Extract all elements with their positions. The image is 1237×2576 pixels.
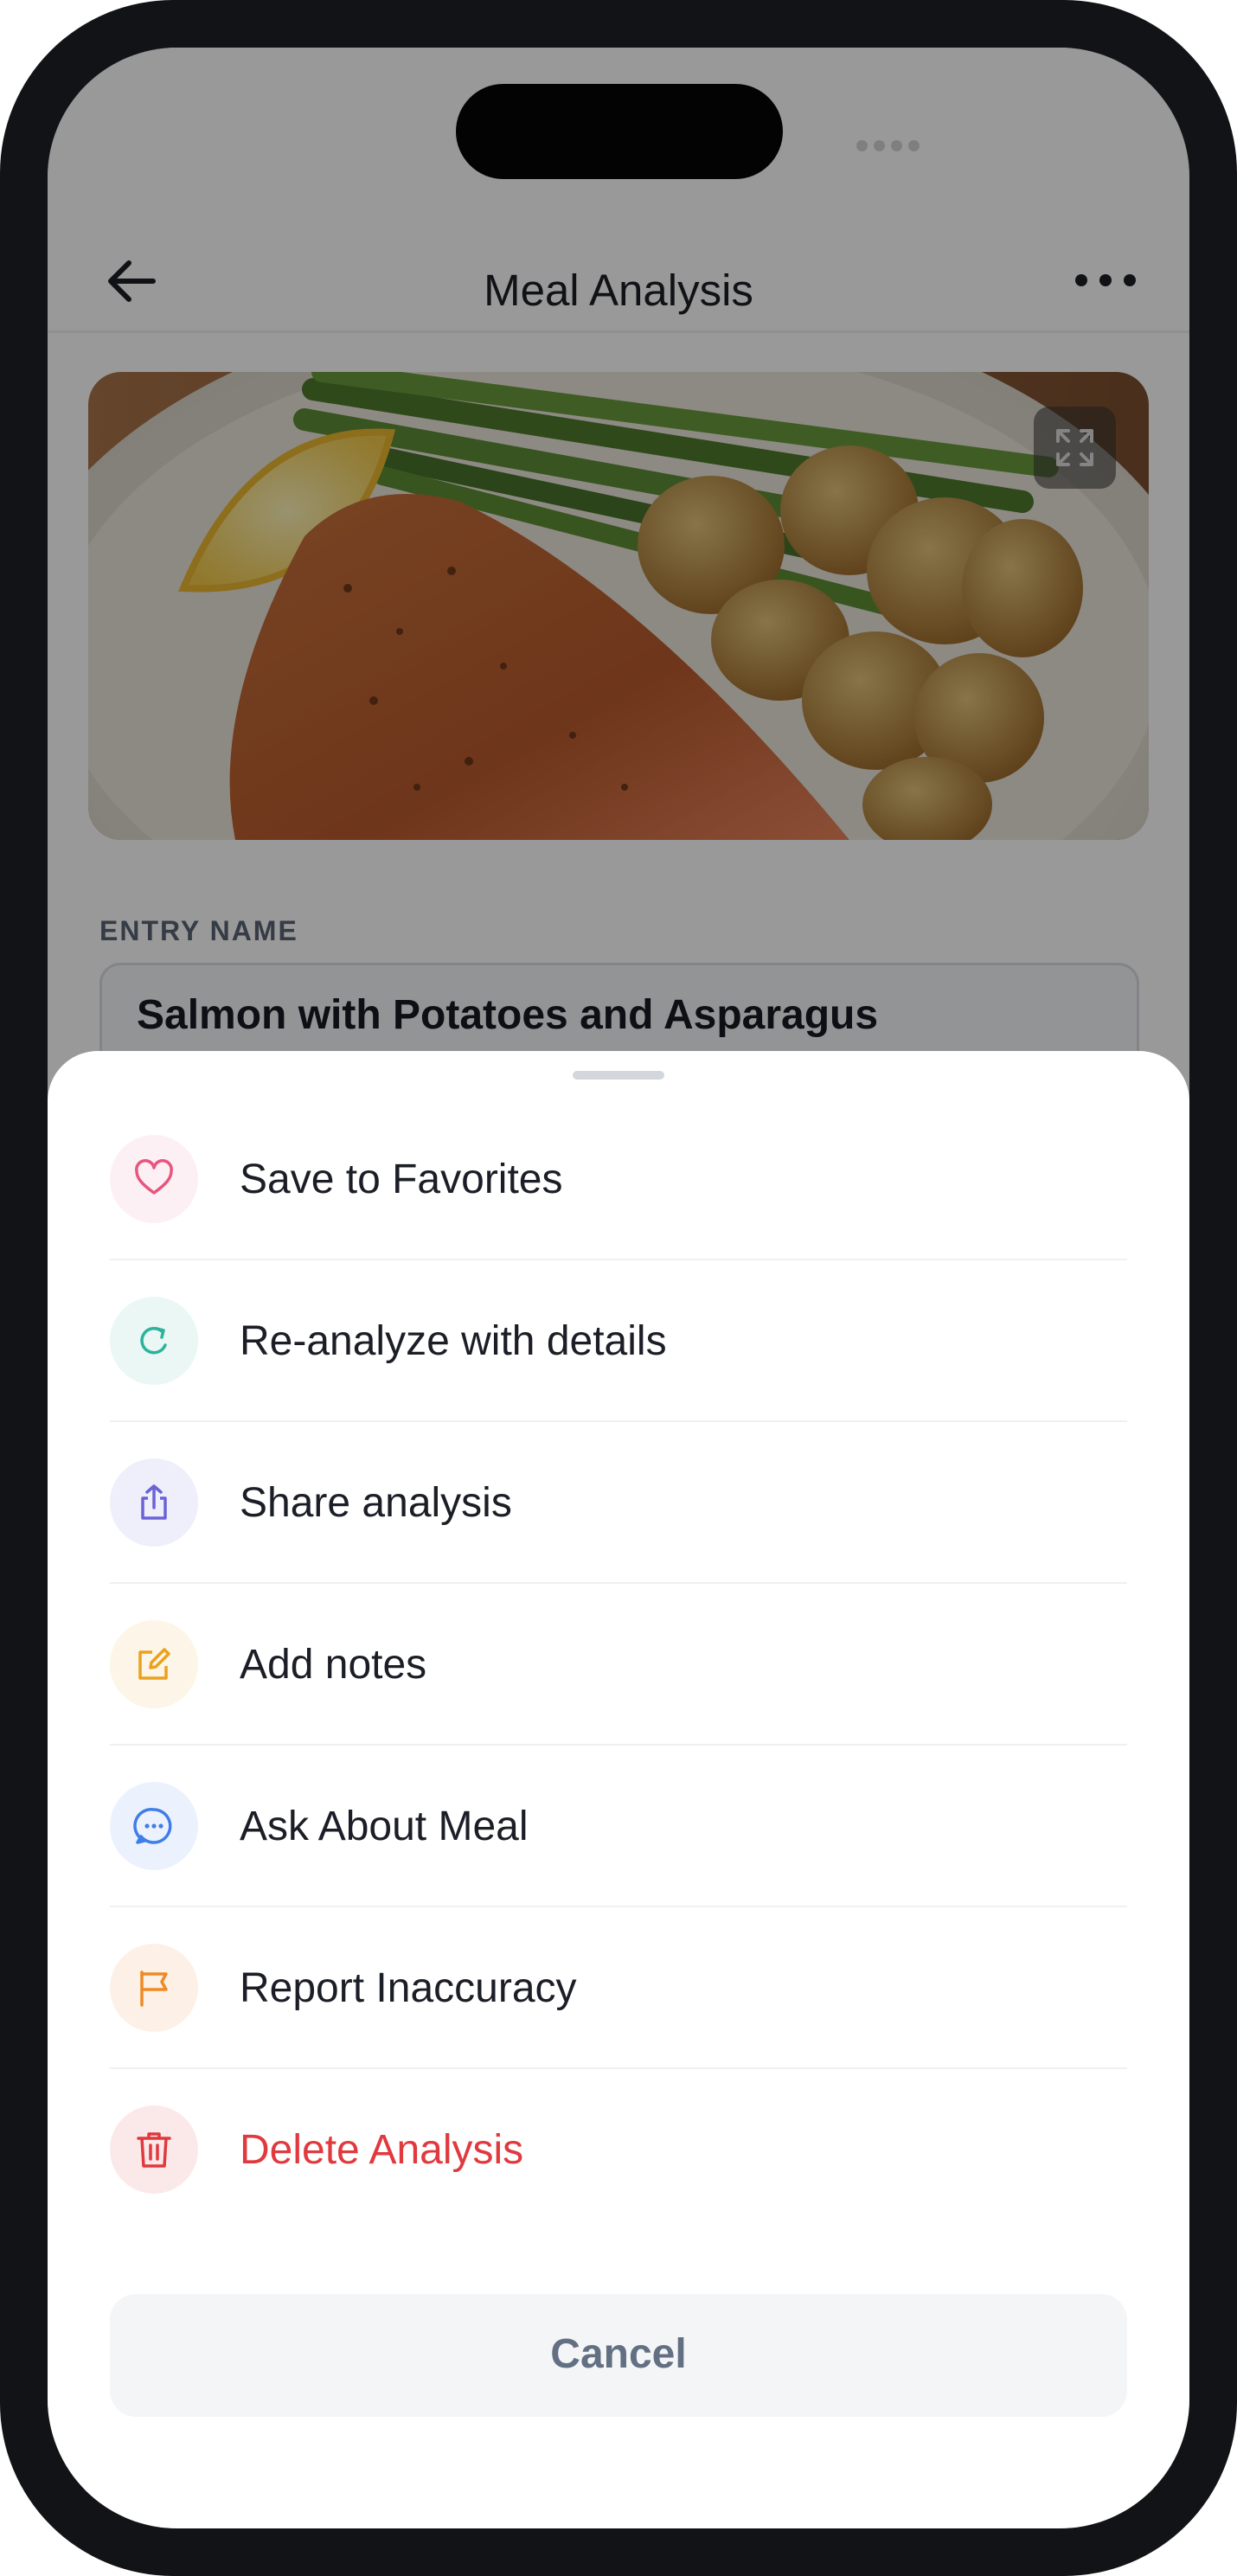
cancel-button[interactable]: Cancel — [110, 2294, 1127, 2417]
phone-frame: 10:09 Meal Analysis ENTRY NAME Salmon wi… — [0, 0, 1237, 2576]
action-save-to-favorites[interactable]: Save to Favorites — [110, 1099, 1127, 1260]
action-label: Add notes — [240, 1642, 427, 1688]
action-label: Re-analyze with details — [240, 1318, 667, 1364]
sheet-grabber[interactable] — [573, 1071, 664, 1080]
share-icon — [110, 1458, 198, 1547]
action-reanalyze[interactable]: Re-analyze with details — [110, 1260, 1127, 1422]
action-share-analysis[interactable]: Share analysis — [110, 1422, 1127, 1584]
cancel-label: Cancel — [550, 2331, 687, 2377]
action-sheet: Save to Favorites Re-analyze with detail… — [48, 1051, 1189, 2528]
action-label: Report Inaccuracy — [240, 1965, 577, 2011]
edit-note-icon — [110, 1620, 198, 1708]
action-add-notes[interactable]: Add notes — [110, 1584, 1127, 1746]
flag-icon — [110, 1944, 198, 2032]
action-label: Save to Favorites — [240, 1157, 563, 1202]
action-label: Share analysis — [240, 1480, 512, 1526]
action-label: Ask About Meal — [240, 1804, 529, 1849]
action-label: Delete Analysis — [240, 2127, 524, 2173]
refresh-icon — [110, 1297, 198, 1385]
action-list: Save to Favorites Re-analyze with detail… — [110, 1099, 1127, 2229]
action-delete-analysis[interactable]: Delete Analysis — [110, 2069, 1127, 2229]
action-ask-about-meal[interactable]: Ask About Meal — [110, 1746, 1127, 1907]
action-report-inaccuracy[interactable]: Report Inaccuracy — [110, 1907, 1127, 2069]
heart-icon — [110, 1135, 198, 1223]
chat-icon — [110, 1782, 198, 1870]
trash-icon — [110, 2105, 198, 2194]
screen: 10:09 Meal Analysis ENTRY NAME Salmon wi… — [48, 48, 1189, 2528]
